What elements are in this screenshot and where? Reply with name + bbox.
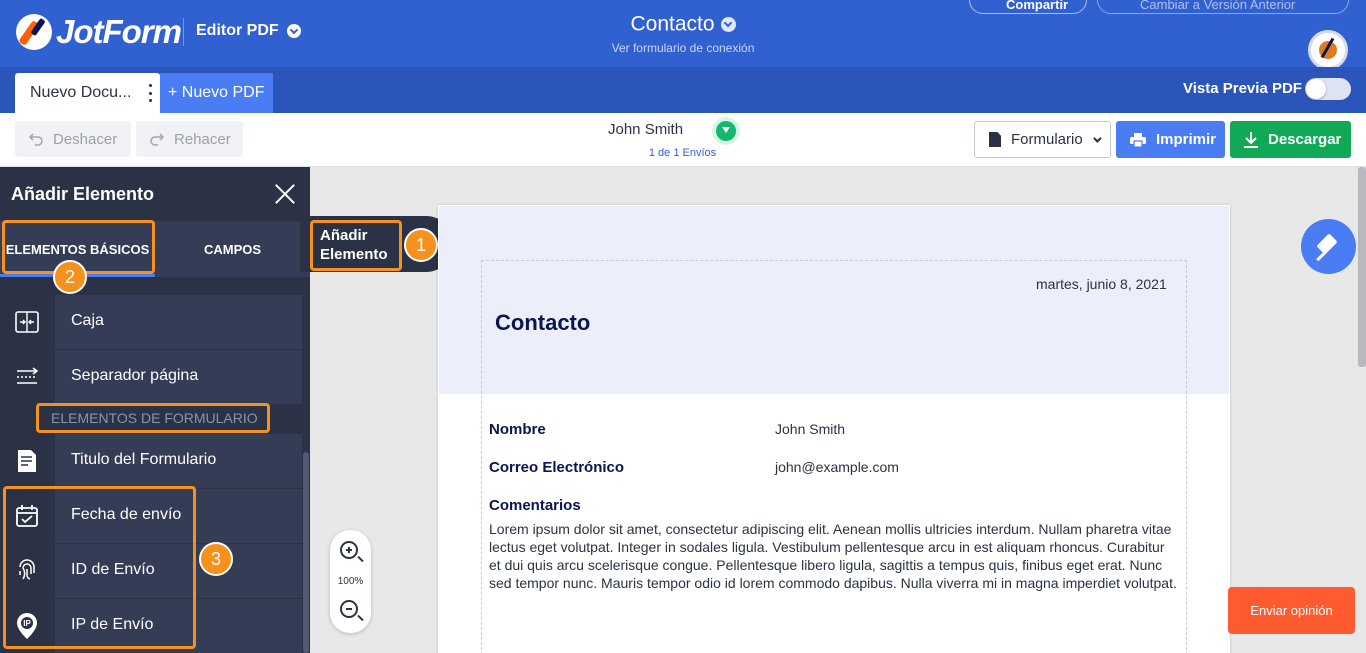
download-label: Descargar	[1268, 131, 1342, 148]
header-divider	[183, 18, 184, 46]
undo-label: Deshacer	[53, 130, 118, 148]
send-feedback-button[interactable]: Enviar opinión	[1228, 587, 1355, 634]
document-icon	[989, 132, 1001, 147]
chevron-down-icon	[286, 24, 301, 38]
document-title[interactable]: Contacto	[495, 310, 590, 336]
zoom-out-icon[interactable]	[340, 600, 358, 618]
redo-icon	[150, 133, 164, 146]
element-form-title[interactable]: Titulo del Formulario	[0, 434, 302, 488]
share-button[interactable]: Compartir	[969, 0, 1087, 14]
pdf-preview-label: Vista Previa PDF	[1183, 80, 1302, 97]
box-icon	[15, 311, 39, 333]
undo-button[interactable]: Deshacer	[15, 121, 131, 157]
print-label: Imprimir	[1156, 131, 1217, 148]
zoom-in-icon[interactable]	[340, 541, 358, 559]
revert-version-button[interactable]: Cambiar a Versión Anterior	[1097, 0, 1349, 14]
callout-badge-2: 2	[53, 260, 87, 294]
pdf-preview-toggle[interactable]	[1305, 78, 1351, 100]
user-avatar[interactable]	[1308, 30, 1348, 70]
field-label-comments: Comentarios	[489, 497, 581, 514]
print-button[interactable]: Imprimir	[1116, 121, 1225, 158]
element-label: Titulo del Formulario	[55, 434, 302, 488]
new-pdf-button[interactable]: + Nuevo PDF	[160, 73, 273, 113]
field-value-comments: Lorem ipsum dolor sit amet, consectetur …	[489, 521, 1177, 591]
canvas-scrollbar[interactable]	[1358, 167, 1366, 367]
design-tool-button[interactable]	[1301, 219, 1356, 274]
zoom-level: 100%	[337, 576, 364, 587]
tab-new-document[interactable]: Nuevo Docu...	[15, 73, 160, 113]
field-value-email: john@example.com	[775, 459, 899, 475]
callout-badge-3: 3	[199, 542, 233, 576]
redo-button[interactable]: Rehacer	[136, 121, 243, 157]
close-icon[interactable]	[274, 183, 296, 205]
chevron-down-icon	[1092, 133, 1102, 143]
redo-label: Rehacer	[174, 130, 231, 148]
download-button[interactable]: Descargar	[1230, 121, 1351, 158]
jotform-logo[interactable]: JotForm	[16, 13, 182, 51]
callout-badge-1: 1	[404, 228, 438, 262]
printer-icon	[1130, 132, 1146, 147]
element-label: Separador página	[55, 350, 302, 404]
section-highlight	[36, 403, 270, 433]
page-break-icon	[17, 367, 39, 384]
form-title: Contacto	[630, 12, 715, 36]
document-date[interactable]: martes, junio 8, 2021	[1036, 276, 1167, 292]
form-select[interactable]: Formulario	[974, 121, 1111, 158]
undo-icon	[29, 133, 43, 146]
element-label: Caja	[55, 295, 302, 349]
view-form-link[interactable]: Ver formulario de conexión	[563, 41, 803, 55]
editor-menu[interactable]: Editor PDF	[196, 22, 301, 40]
field-label-email: Correo Electrónico	[489, 459, 625, 476]
element-box[interactable]: Caja	[0, 295, 302, 349]
form-title-icon	[18, 450, 36, 472]
panel-scrollbar[interactable]	[303, 452, 309, 653]
more-options-icon[interactable]	[147, 84, 153, 102]
form-title-menu[interactable]: Contacto	[583, 12, 783, 36]
submission-dropdown-icon[interactable]	[716, 121, 736, 141]
tab-fields[interactable]: CAMPOS	[155, 221, 310, 277]
jotform-logo-icon	[16, 14, 52, 50]
download-icon	[1244, 131, 1258, 148]
panel-title: Añadir Elemento	[11, 184, 155, 204]
tooltip-label: Añadir Elemento	[320, 227, 388, 263]
fields-highlight	[3, 486, 196, 649]
field-value-name: John Smith	[775, 421, 846, 437]
element-page-break[interactable]: Separador página	[0, 350, 302, 404]
field-label-name: Nombre	[489, 421, 546, 438]
editor-label: Editor PDF	[196, 22, 279, 39]
chevron-down-icon	[720, 16, 736, 32]
submission-count: 1 de 1 Envíos	[648, 147, 717, 159]
submitter-name[interactable]: John Smith	[608, 121, 683, 138]
form-select-label: Formulario	[1011, 131, 1083, 148]
logo-text: JotForm	[56, 13, 182, 50]
